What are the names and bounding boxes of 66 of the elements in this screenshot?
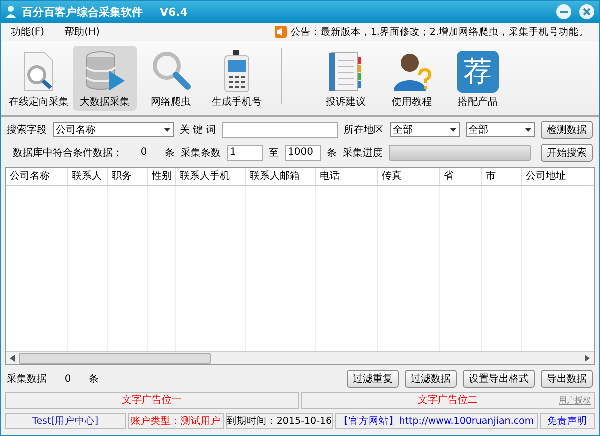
toolbar-button[interactable]: 使用教程 xyxy=(380,46,444,111)
footer-button[interactable]: 导出数据 xyxy=(541,370,593,388)
region-label: 所在地区 xyxy=(344,124,384,136)
column-header[interactable]: 电话 xyxy=(316,168,378,185)
province-dropdown[interactable]: 全部 xyxy=(390,122,460,137)
range-label: 采集条数 xyxy=(181,146,221,160)
ad-slot[interactable]: 文字广告位一 xyxy=(5,392,299,409)
column-header[interactable]: 职务 xyxy=(108,168,148,185)
minimize-icon[interactable] xyxy=(556,4,572,20)
status-item[interactable]: 账户类型：测试用户 xyxy=(128,413,224,429)
keyword-label: 关 键 词 xyxy=(180,124,216,136)
keyword-input[interactable] xyxy=(222,122,338,138)
check-data-button[interactable]: 检测数据 xyxy=(541,120,593,138)
count-label: 数据库中符合条件数据： xyxy=(12,146,123,160)
app-user-icon xyxy=(5,5,17,19)
status-item[interactable]: Test[用户中心] xyxy=(5,413,126,429)
speaker-icon xyxy=(274,26,287,38)
collected-value: 0 xyxy=(64,374,72,384)
status-item[interactable]: 【官方网站】http://www.100ruanjian.com xyxy=(335,413,538,429)
badge-icon: 荐 xyxy=(457,51,499,93)
footer-button[interactable]: 设置导出格式 xyxy=(463,370,535,388)
unit-label: 条 xyxy=(327,146,337,160)
toolbar-button[interactable]: 大数据采集 xyxy=(73,46,137,111)
column-header[interactable]: 公司地址 xyxy=(522,168,599,185)
database-play-icon xyxy=(83,49,127,93)
caret-icon xyxy=(164,128,171,132)
column-header[interactable]: 联系人邮箱 xyxy=(246,168,316,185)
city-dropdown[interactable]: 全部 xyxy=(466,122,535,137)
menu-item[interactable]: 功能(F) xyxy=(11,25,45,39)
caret-icon xyxy=(450,128,457,132)
menu-item[interactable]: 帮助(H) xyxy=(64,25,100,39)
status-item[interactable]: 免责声明 xyxy=(540,413,596,429)
field-label: 搜索字段 xyxy=(7,124,47,136)
column-header[interactable]: 联系人 xyxy=(68,168,108,185)
notice-text: 公告：最新版本，1.界面修改；2.增加网络爬虫，采集手机号功能。 xyxy=(290,26,589,38)
version-label: V6.4 xyxy=(160,6,188,18)
from-input[interactable]: 1 xyxy=(227,144,263,160)
toolbar-button[interactable]: 在线定向采集 xyxy=(7,46,71,111)
scroll-right-icon[interactable] xyxy=(585,354,590,362)
column-header[interactable]: 省 xyxy=(440,168,482,185)
footer-button[interactable]: 过滤数据 xyxy=(405,370,457,388)
collected-label: 采集数据 xyxy=(7,372,47,386)
toolbar-button[interactable]: 生成手机号 xyxy=(205,46,269,111)
progress-label: 采集进度 xyxy=(343,146,383,160)
start-search-button[interactable]: 开始搜索 xyxy=(541,144,593,162)
toolbar-button[interactable]: 网络爬虫 xyxy=(139,46,203,111)
status-item[interactable]: 到期时间：2015-10-16 xyxy=(226,413,334,429)
caret-icon xyxy=(524,128,532,132)
column-header[interactable]: 性别 xyxy=(148,168,176,185)
count-value: 0 xyxy=(140,147,148,158)
unit-label: 条 xyxy=(89,373,99,386)
to-input[interactable]: 1000 xyxy=(285,144,321,160)
unit-label: 条 xyxy=(165,146,175,160)
column-header[interactable]: 传真 xyxy=(378,168,440,185)
toolbar-button[interactable]: 投诉建议 xyxy=(314,46,378,111)
horizontal-scrollbar[interactable] xyxy=(6,351,594,364)
close-icon[interactable] xyxy=(579,4,595,20)
column-header[interactable]: 市 xyxy=(482,168,522,185)
scroll-left-icon[interactable] xyxy=(10,354,15,362)
search-field-dropdown[interactable]: 公司名称 xyxy=(53,122,174,137)
column-header[interactable]: 联系人手机 xyxy=(176,168,246,185)
to-label: 至 xyxy=(269,146,279,160)
footer-button[interactable]: 过滤重复 xyxy=(347,370,399,388)
toolbar-button[interactable]: 荐 搭配产品 xyxy=(446,48,510,111)
column-header[interactable]: 公司名称 xyxy=(6,168,68,185)
window-title: 百分百客户综合采集软件 xyxy=(22,4,143,20)
